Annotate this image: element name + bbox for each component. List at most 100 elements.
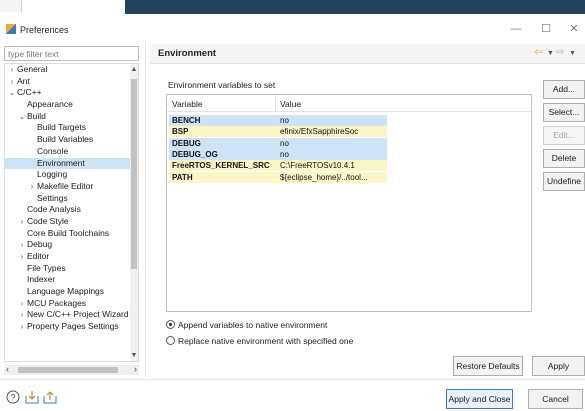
tree-item-label: Build Targets <box>37 122 86 133</box>
variable-value: no <box>280 138 289 148</box>
select-button[interactable]: Select... <box>543 103 585 122</box>
tree-item[interactable]: › MCU Packages <box>5 298 132 310</box>
column-divider[interactable] <box>275 95 276 112</box>
window-title: Preferences <box>20 25 69 35</box>
tree-item[interactable]: Code Analysis <box>5 204 132 216</box>
collapsed-chevron-icon[interactable]: › <box>17 309 27 321</box>
apply-button[interactable]: Apply <box>532 356 585 376</box>
tree-item[interactable]: ⌄ C/C++ <box>5 87 132 99</box>
tree-item[interactable]: Logging <box>5 169 132 181</box>
tree-item[interactable]: Build Variables <box>5 134 132 146</box>
variable-name: DEBUG_OG <box>172 149 218 159</box>
env-variables-table[interactable]: Variable Value BENCH no BSP efinix/EfxSapph… <box>166 94 532 312</box>
add-button[interactable]: Add... <box>543 80 585 99</box>
tree-item-label: Build Variables <box>37 134 94 145</box>
tree-vertical-scrollbar[interactable]: ▲ ▼ <box>130 64 138 361</box>
collapsed-chevron-icon[interactable]: › <box>17 321 27 333</box>
tree-scroll-thumb[interactable] <box>131 79 137 269</box>
tree-item-label: General <box>17 64 48 74</box>
tree-item[interactable]: Indexer <box>5 274 132 286</box>
export-icon[interactable] <box>43 390 57 404</box>
tree-item[interactable]: Core Build Toolchains <box>5 228 132 240</box>
table-row[interactable]: BSP efinix/EfxSapphireSoc <box>169 126 387 138</box>
replace-radio[interactable]: Replace native environment with specifie… <box>166 336 353 346</box>
table-row[interactable]: DEBUG no <box>169 137 387 149</box>
tree-item[interactable]: File Types <box>5 263 132 275</box>
tree-item-label: Logging <box>37 169 68 180</box>
tree-item-label: File Types <box>27 262 66 273</box>
pane-divider[interactable] <box>145 42 146 377</box>
column-header-value[interactable]: Value <box>280 99 301 109</box>
tree-item[interactable]: Environment <box>5 157 132 170</box>
back-menu-chevron-icon[interactable]: ▼ <box>547 50 554 57</box>
tree-item[interactable]: › Code Style <box>5 216 132 228</box>
tree-item[interactable]: Build Targets <box>5 122 132 134</box>
help-icon[interactable]: ? <box>6 390 20 404</box>
back-arrow-icon[interactable]: ⇦ <box>534 47 542 58</box>
scroll-right-icon[interactable]: › <box>134 364 137 374</box>
background-stub <box>0 0 22 12</box>
apply-and-close-button[interactable]: Apply and Close <box>446 389 513 409</box>
import-icon[interactable] <box>25 390 39 404</box>
collapsed-chevron-icon[interactable]: › <box>17 298 27 310</box>
table-row[interactable]: PATH ${eclipse_home}/../tool... <box>169 171 387 183</box>
cancel-button[interactable]: Cancel <box>528 389 583 409</box>
maximize-button[interactable]: ☐ <box>535 21 557 37</box>
variable-value: efinix/EfxSapphireSoc <box>280 127 359 137</box>
variable-name: PATH <box>172 172 193 182</box>
tree-item[interactable]: › Makefile Editor <box>5 181 132 193</box>
tree-item-label: Debug <box>27 239 53 250</box>
preferences-app-icon <box>6 24 16 34</box>
undefine-button[interactable]: Undefine <box>543 172 585 191</box>
tree-horizontal-scrollbar[interactable]: ‹ › <box>4 364 139 375</box>
collapsed-chevron-icon[interactable]: › <box>17 251 27 263</box>
table-row[interactable]: FreeRTOS_KERNEL_SRC C:\FreeRTOSv10.4.1 <box>169 160 387 172</box>
tree-item[interactable]: › Editor <box>5 251 132 263</box>
tree-item[interactable]: › General <box>5 64 132 76</box>
tree-item[interactable]: › Ant <box>5 76 132 88</box>
append-radio[interactable]: Append variables to native environment <box>166 320 327 330</box>
expanded-chevron-icon[interactable]: ⌄ <box>17 111 27 123</box>
collapsed-chevron-icon[interactable]: › <box>7 76 17 88</box>
collapsed-chevron-icon[interactable]: › <box>17 216 27 228</box>
column-header-variable[interactable]: Variable <box>172 99 203 109</box>
tree-item-label: MCU Packages <box>27 297 87 308</box>
collapsed-chevron-icon[interactable]: › <box>27 181 37 193</box>
tree-item[interactable]: Console <box>5 146 132 158</box>
tree-item[interactable]: Language Mappings <box>5 286 132 298</box>
filter-input[interactable] <box>4 46 139 61</box>
scroll-down-icon[interactable]: ▼ <box>130 352 138 359</box>
background-banner <box>125 0 585 14</box>
collapsed-chevron-icon[interactable]: › <box>7 64 17 76</box>
tree-item[interactable]: Appearance <box>5 99 132 111</box>
table-row[interactable]: BENCH no <box>169 115 387 126</box>
preferences-tree: › General › Ant ⌄ C/C++ Appearance ⌄ Build Build … <box>4 63 139 362</box>
tree-item[interactable]: › Property Pages Settings <box>5 321 132 333</box>
restore-defaults-button[interactable]: Restore Defaults <box>453 356 523 376</box>
tree-item-label: Code Analysis <box>27 204 81 215</box>
tree-item[interactable]: › Debug <box>5 239 132 251</box>
forward-arrow-icon[interactable]: ⇨ <box>556 47 564 58</box>
replace-radio-indicator[interactable] <box>166 336 175 345</box>
append-radio-indicator[interactable] <box>166 320 175 329</box>
close-button[interactable]: ✕ <box>563 21 585 37</box>
tree-item[interactable]: ⌄ Build <box>5 111 132 123</box>
edit-button[interactable]: Edit... <box>543 126 585 145</box>
variable-value: C:\FreeRTOSv10.4.1 <box>280 161 355 171</box>
env-section-label: Environment variables to set <box>168 80 276 90</box>
tree-item[interactable]: Settings <box>5 193 132 205</box>
scroll-left-icon[interactable]: ‹ <box>6 364 9 374</box>
expanded-chevron-icon[interactable]: ⌄ <box>7 87 17 99</box>
tree-item-label: Settings <box>37 192 68 203</box>
tree-hscroll-thumb[interactable] <box>18 367 118 373</box>
table-row[interactable]: DEBUG_OG no <box>169 148 387 160</box>
delete-button[interactable]: Delete <box>543 149 585 168</box>
collapsed-chevron-icon[interactable]: › <box>17 239 27 251</box>
tree-item[interactable]: › New C/C++ Project Wizard <box>5 309 132 321</box>
forward-menu-chevron-icon[interactable]: ▼ <box>569 50 576 57</box>
tree-item-label: Core Build Toolchains <box>27 227 110 238</box>
variable-name: FreeRTOS_KERNEL_SRC <box>172 161 270 171</box>
scroll-up-icon[interactable]: ▲ <box>130 66 138 73</box>
tree-item-label: Ant <box>17 75 30 86</box>
minimize-button[interactable]: — <box>505 21 527 37</box>
